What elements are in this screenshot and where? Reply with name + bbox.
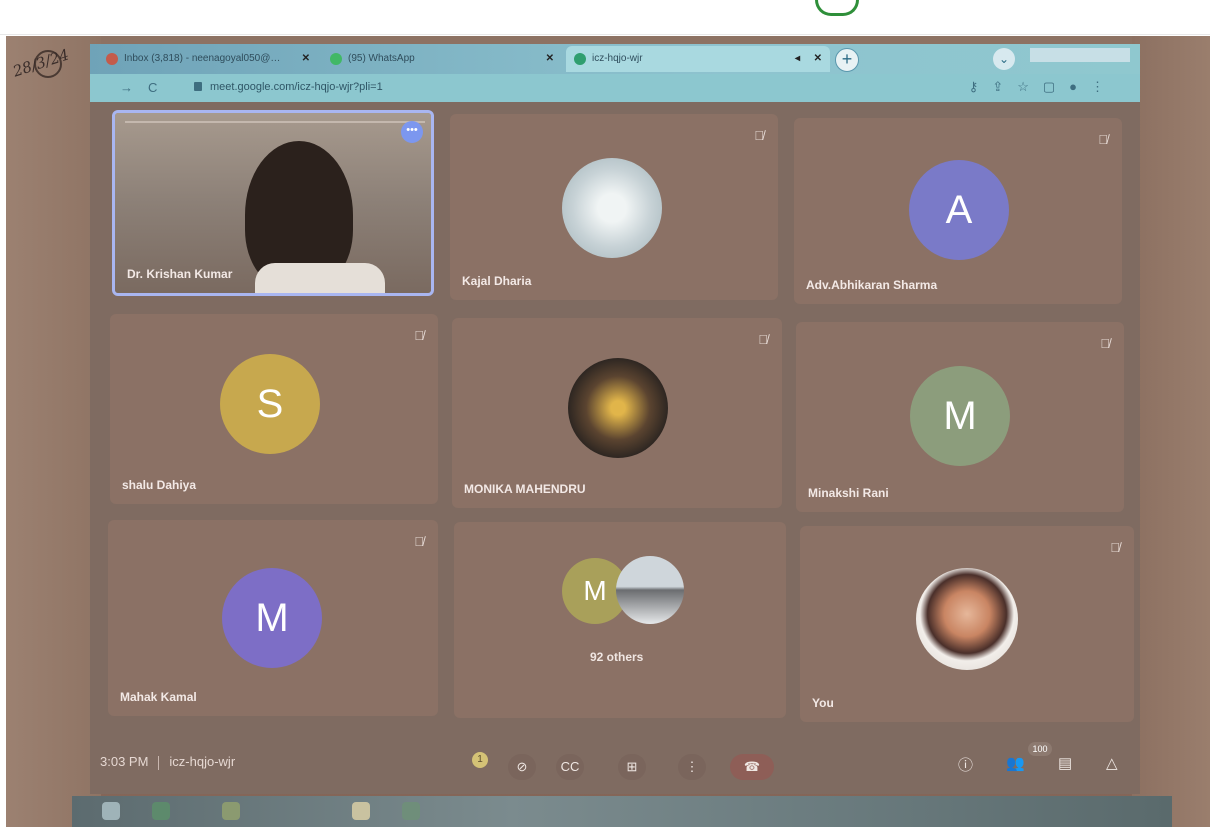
others-tile[interactable]: M 92 others	[454, 522, 786, 718]
info-icon[interactable]: ⓘ	[958, 754, 973, 775]
meeting-controls-bar: 3:03 PM icz-hqjo-wjr 1 ⊘ CC ⊞ ⋮ ☎ ⓘ 100 👥…	[90, 742, 1140, 794]
window-controls[interactable]	[1030, 48, 1130, 62]
forward-icon[interactable]: →	[120, 80, 133, 95]
lock-icon	[194, 82, 202, 91]
profile-photo	[568, 358, 668, 458]
more-options-icon[interactable]: •••	[401, 121, 423, 143]
new-tab-button[interactable]: +	[835, 48, 859, 72]
url-field[interactable]: meet.google.com/icz-hqjo-wjr?pli=1	[210, 81, 383, 93]
participant-tile[interactable]: 🎙̸ A Adv.Abhikaran Sharma	[794, 118, 1122, 304]
mic-off-icon: 🎙̸	[1100, 336, 1110, 351]
participant-grid: ••• Dr. Krishan Kumar 🎙̸ Kajal Dharia 🎙̸…	[90, 102, 1140, 742]
tab-search-icon[interactable]: ⌄	[993, 48, 1015, 70]
mic-off-icon: 🎙̸	[414, 328, 424, 343]
chat-icon[interactable]: ▤	[1058, 754, 1072, 772]
participant-avatar: M	[222, 568, 322, 668]
meeting-time: 3:03 PM	[100, 754, 149, 769]
participant-tile[interactable]: 🎙̸ S shalu Dahiya	[110, 314, 438, 504]
reload-icon[interactable]: C	[148, 80, 157, 95]
participant-video	[115, 113, 431, 293]
browser-tab-bar: Inbox (3,818) - neenagoyal050@… ✕ (95) W…	[90, 44, 1140, 74]
participant-tile[interactable]: 🎙̸ MONIKA MAHENDRU	[452, 318, 782, 508]
taskbar	[72, 796, 1172, 827]
participant-tile[interactable]: ••• Dr. Krishan Kumar	[112, 110, 434, 296]
participant-count-badge: 100	[1028, 742, 1052, 756]
tab-label: Inbox (3,818) - neenagoyal050@…	[124, 53, 281, 64]
mic-off-icon: 🎙̸	[754, 128, 764, 143]
mic-off-icon: 🎙̸	[758, 332, 768, 347]
wall-right	[1132, 36, 1210, 827]
close-icon[interactable]: ✕	[814, 46, 822, 72]
mic-off-icon: 🎙̸	[1098, 132, 1108, 147]
participant-tile[interactable]: 🎙̸ You	[800, 526, 1134, 722]
others-count: 92 others	[590, 650, 644, 664]
tab-gmail[interactable]: Inbox (3,818) - neenagoyal050@… ✕	[98, 46, 318, 72]
address-bar-icons: ⚷⇪☆▢●⋮	[968, 79, 1118, 94]
speaker-icon: ◂	[794, 53, 800, 64]
wall-left	[6, 36, 101, 827]
tab-meet[interactable]: icz-hqjo-wjr ◂ ✕	[566, 46, 830, 72]
participant-name: Dr. Krishan Kumar	[127, 267, 233, 281]
captions-button[interactable]: CC	[556, 754, 584, 780]
projected-screen: Inbox (3,818) - neenagoyal050@… ✕ (95) W…	[90, 44, 1140, 794]
taskbar-icon[interactable]	[402, 802, 420, 820]
participant-avatar: M	[910, 366, 1010, 466]
mic-off-icon: 🎙̸	[414, 534, 424, 549]
meeting-info: 3:03 PM icz-hqjo-wjr	[100, 754, 235, 770]
participant-name: Kajal Dharia	[462, 274, 532, 288]
meet-icon	[574, 53, 586, 65]
separator	[158, 755, 160, 770]
participant-name: Adv.Abhikaran Sharma	[806, 278, 938, 292]
person-shirt	[255, 263, 385, 293]
participant-name: You	[812, 696, 834, 710]
more-options-button[interactable]: ⋮	[678, 754, 706, 780]
profile-photo	[562, 158, 662, 258]
address-bar: → C meet.google.com/icz-hqjo-wjr?pli=1 ⚷…	[90, 74, 1140, 102]
participant-name: Minakshi Rani	[808, 486, 889, 500]
participant-tile[interactable]: 🎙̸ M Mahak Kamal	[108, 520, 438, 716]
tab-label: (95) WhatsApp	[348, 53, 415, 64]
participant-name: MONIKA MAHENDRU	[464, 482, 586, 496]
activities-icon[interactable]: △	[1106, 754, 1118, 772]
profile-photo	[616, 556, 684, 624]
participant-avatar: S	[220, 354, 320, 454]
taskbar-icon[interactable]	[222, 802, 240, 820]
whatsapp-icon	[330, 53, 342, 65]
participant-tile[interactable]: 🎙̸ Kajal Dharia	[450, 114, 778, 300]
taskbar-icon[interactable]	[102, 802, 120, 820]
present-button[interactable]: ⊞	[618, 754, 646, 780]
mic-off-icon: 🎙̸	[1110, 540, 1120, 555]
people-icon[interactable]: 👥	[1006, 754, 1025, 772]
tab-label: icz-hqjo-wjr	[592, 53, 643, 64]
window-frame	[125, 121, 425, 123]
photo-of-projection: 28/3/24 Inbox (3,818) - neenagoyal050@… …	[6, 36, 1210, 827]
participant-name: Mahak Kamal	[120, 690, 197, 704]
camera-off-button[interactable]: ⊘	[508, 754, 536, 780]
raised-hands-count: 1	[472, 752, 488, 768]
participant-name: shalu Dahiya	[122, 478, 197, 492]
meeting-code: icz-hqjo-wjr	[169, 754, 236, 769]
close-icon[interactable]: ✕	[302, 46, 310, 72]
gmail-icon	[106, 53, 118, 65]
tab-whatsapp[interactable]: (95) WhatsApp ✕	[322, 46, 562, 72]
close-icon[interactable]: ✕	[546, 46, 554, 72]
leave-call-button[interactable]: ☎	[730, 754, 774, 780]
participant-avatar: A	[909, 160, 1009, 260]
profile-photo	[916, 568, 1018, 670]
taskbar-icon[interactable]	[152, 802, 170, 820]
participant-tile[interactable]: 🎙̸ M Minakshi Rani	[796, 322, 1124, 512]
top-strip	[0, 0, 1210, 35]
green-badge	[815, 0, 859, 16]
taskbar-icon[interactable]	[352, 802, 370, 820]
